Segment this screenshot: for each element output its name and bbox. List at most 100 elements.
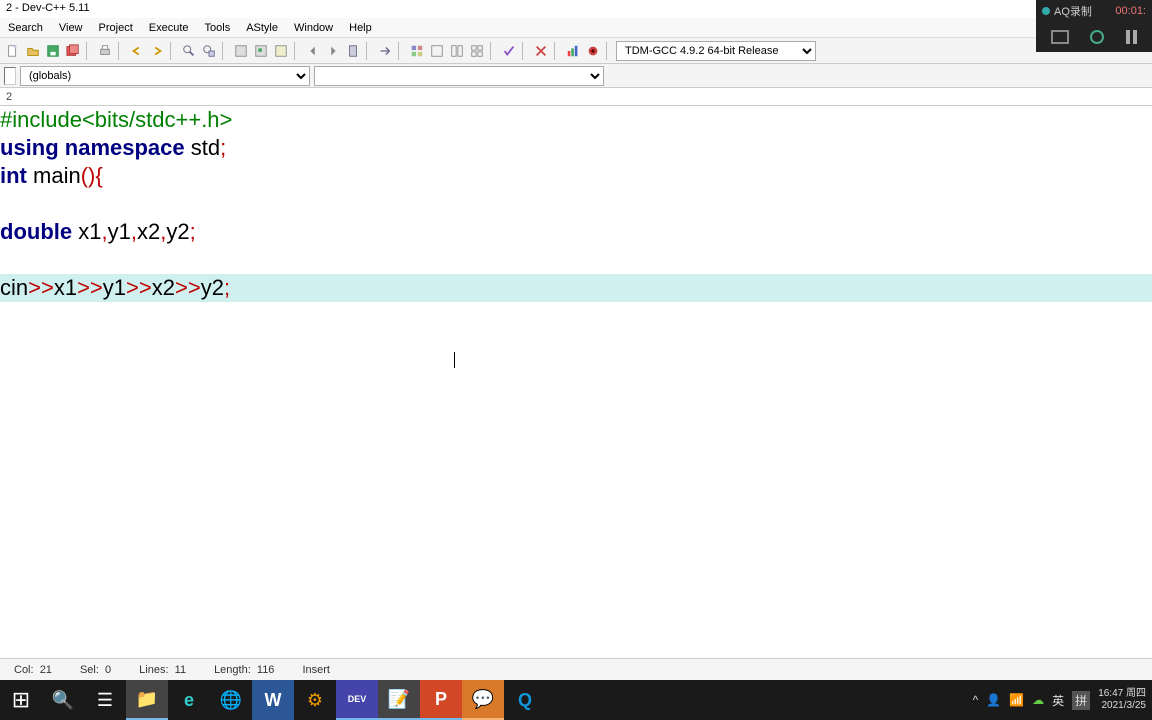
edge-icon[interactable]: e bbox=[168, 680, 210, 720]
menu-search[interactable]: Search bbox=[0, 20, 51, 36]
abort-button[interactable] bbox=[532, 42, 550, 60]
start-button[interactable]: ⊞ bbox=[0, 680, 42, 720]
replace-button[interactable] bbox=[200, 42, 218, 60]
code-line: int main(){ bbox=[0, 162, 1152, 190]
code-line: #include<bits/stdc++.h> bbox=[0, 106, 1152, 134]
text-cursor-icon bbox=[454, 352, 455, 368]
scope-select[interactable]: (globals) bbox=[20, 66, 310, 86]
save-all-button[interactable] bbox=[64, 42, 82, 60]
save-button[interactable] bbox=[44, 42, 62, 60]
notepad-icon[interactable]: 📝 bbox=[378, 680, 420, 720]
code-editor[interactable]: #include<bits/stdc++.h> using namespace … bbox=[0, 106, 1152, 662]
taskbar: ⊞ 🔍 ☰ 📁 e 🌐 W ⚙ DEV 📝 P 💬 Q ^ 👤 📶 ☁ 英 拼 … bbox=[0, 680, 1152, 720]
window-title-bar: 2 - Dev-C++ 5.11 bbox=[0, 0, 1152, 18]
debug-button[interactable] bbox=[584, 42, 602, 60]
grid3-button[interactable] bbox=[448, 42, 466, 60]
ime-indicator-2[interactable]: 拼 bbox=[1072, 691, 1090, 710]
menu-view[interactable]: View bbox=[51, 20, 91, 36]
bookmark-button[interactable] bbox=[344, 42, 362, 60]
clock[interactable]: 16:47 周四 2021/3/25 bbox=[1098, 688, 1146, 712]
browser-icon[interactable]: 🌐 bbox=[210, 680, 252, 720]
tray-up-icon[interactable]: ^ bbox=[973, 693, 979, 707]
menu-execute[interactable]: Execute bbox=[141, 20, 197, 36]
status-mode: Insert bbox=[288, 664, 344, 676]
code-line: using namespace std; bbox=[0, 134, 1152, 162]
status-lines: Lines: 11 bbox=[125, 664, 200, 676]
find-button[interactable] bbox=[180, 42, 198, 60]
code-line-current: cin>>x1>>y1>>x2>>y2; bbox=[0, 274, 1152, 302]
main-toolbar: TDM-GCC 4.9.2 64-bit Release bbox=[0, 38, 1152, 64]
open-button[interactable] bbox=[24, 42, 42, 60]
separator bbox=[490, 42, 496, 60]
status-sel: Sel: 0 bbox=[66, 664, 125, 676]
system-tray: ^ 👤 📶 ☁ 英 拼 16:47 周四 2021/3/25 bbox=[973, 688, 1152, 712]
ime-indicator[interactable]: 英 bbox=[1052, 692, 1064, 709]
code-line bbox=[0, 190, 1152, 218]
profile-button[interactable] bbox=[564, 42, 582, 60]
wechat-icon[interactable]: 💬 bbox=[462, 680, 504, 720]
nav-fwd-button[interactable] bbox=[324, 42, 342, 60]
status-bar: Col: 21 Sel: 0 Lines: 11 Length: 116 Ins… bbox=[0, 658, 1152, 680]
stop-button[interactable] bbox=[1051, 30, 1069, 44]
menu-window[interactable]: Window bbox=[286, 20, 341, 36]
separator bbox=[118, 42, 124, 60]
separator bbox=[366, 42, 372, 60]
code-line: double x1,y1,x2,y2; bbox=[0, 218, 1152, 246]
nav-back-button[interactable] bbox=[304, 42, 322, 60]
menu-astyle[interactable]: AStyle bbox=[238, 20, 286, 36]
grid1-button[interactable] bbox=[408, 42, 426, 60]
separator bbox=[606, 42, 612, 60]
devcpp-icon[interactable]: DEV bbox=[336, 680, 378, 720]
menu-help[interactable]: Help bbox=[341, 20, 380, 36]
settings-icon[interactable]: ⚙ bbox=[294, 680, 336, 720]
print-button[interactable] bbox=[96, 42, 114, 60]
editor-tabs: 2 bbox=[0, 88, 1152, 106]
task-view-icon[interactable]: ☰ bbox=[84, 680, 126, 720]
separator bbox=[222, 42, 228, 60]
goto-button[interactable] bbox=[376, 42, 394, 60]
grid4-button[interactable] bbox=[468, 42, 486, 60]
recorder-header: AQ录制 00:01: bbox=[1036, 0, 1152, 22]
record-button[interactable] bbox=[1090, 30, 1104, 44]
redo-button[interactable] bbox=[148, 42, 166, 60]
run-button[interactable] bbox=[252, 42, 270, 60]
grid2-button[interactable] bbox=[428, 42, 446, 60]
tray-wifi-icon[interactable]: 📶 bbox=[1009, 693, 1024, 707]
record-indicator-icon bbox=[1042, 7, 1050, 15]
separator bbox=[554, 42, 560, 60]
recorder-controls bbox=[1036, 22, 1152, 52]
tray-user-icon[interactable]: 👤 bbox=[986, 693, 1001, 707]
separator bbox=[294, 42, 300, 60]
separator bbox=[86, 42, 92, 60]
screen-recorder-overlay: AQ录制 00:01: bbox=[1036, 0, 1152, 52]
function-select[interactable] bbox=[314, 66, 604, 86]
new-file-button[interactable] bbox=[4, 42, 22, 60]
search-task-icon[interactable]: 🔍 bbox=[42, 680, 84, 720]
qq-icon[interactable]: Q bbox=[504, 680, 546, 720]
separator bbox=[398, 42, 404, 60]
status-length: Length: 116 bbox=[200, 664, 288, 676]
recorder-time: 00:01: bbox=[1115, 5, 1146, 17]
separator bbox=[170, 42, 176, 60]
window-title: 2 - Dev-C++ 5.11 bbox=[6, 2, 90, 14]
compile-button[interactable] bbox=[232, 42, 250, 60]
menu-tools[interactable]: Tools bbox=[197, 20, 239, 36]
menu-project[interactable]: Project bbox=[91, 20, 141, 36]
tray-cloud-icon[interactable]: ☁ bbox=[1032, 693, 1044, 707]
file-tab[interactable]: 2 bbox=[2, 91, 16, 103]
inset-box bbox=[4, 67, 16, 85]
check-button[interactable] bbox=[500, 42, 518, 60]
code-line bbox=[0, 246, 1152, 274]
compile-run-button[interactable] bbox=[272, 42, 290, 60]
pause-button[interactable] bbox=[1126, 30, 1137, 44]
powerpoint-icon[interactable]: P bbox=[420, 680, 462, 720]
separator bbox=[522, 42, 528, 60]
explorer-icon[interactable]: 📁 bbox=[126, 680, 168, 720]
recorder-name: AQ录制 bbox=[1054, 3, 1092, 19]
word-icon[interactable]: W bbox=[252, 680, 294, 720]
undo-button[interactable] bbox=[128, 42, 146, 60]
menu-bar: Search View Project Execute Tools AStyle… bbox=[0, 18, 1152, 38]
compiler-select[interactable]: TDM-GCC 4.9.2 64-bit Release bbox=[616, 41, 816, 61]
status-col: Col: 21 bbox=[0, 664, 66, 676]
class-browser-row: (globals) bbox=[0, 64, 1152, 88]
